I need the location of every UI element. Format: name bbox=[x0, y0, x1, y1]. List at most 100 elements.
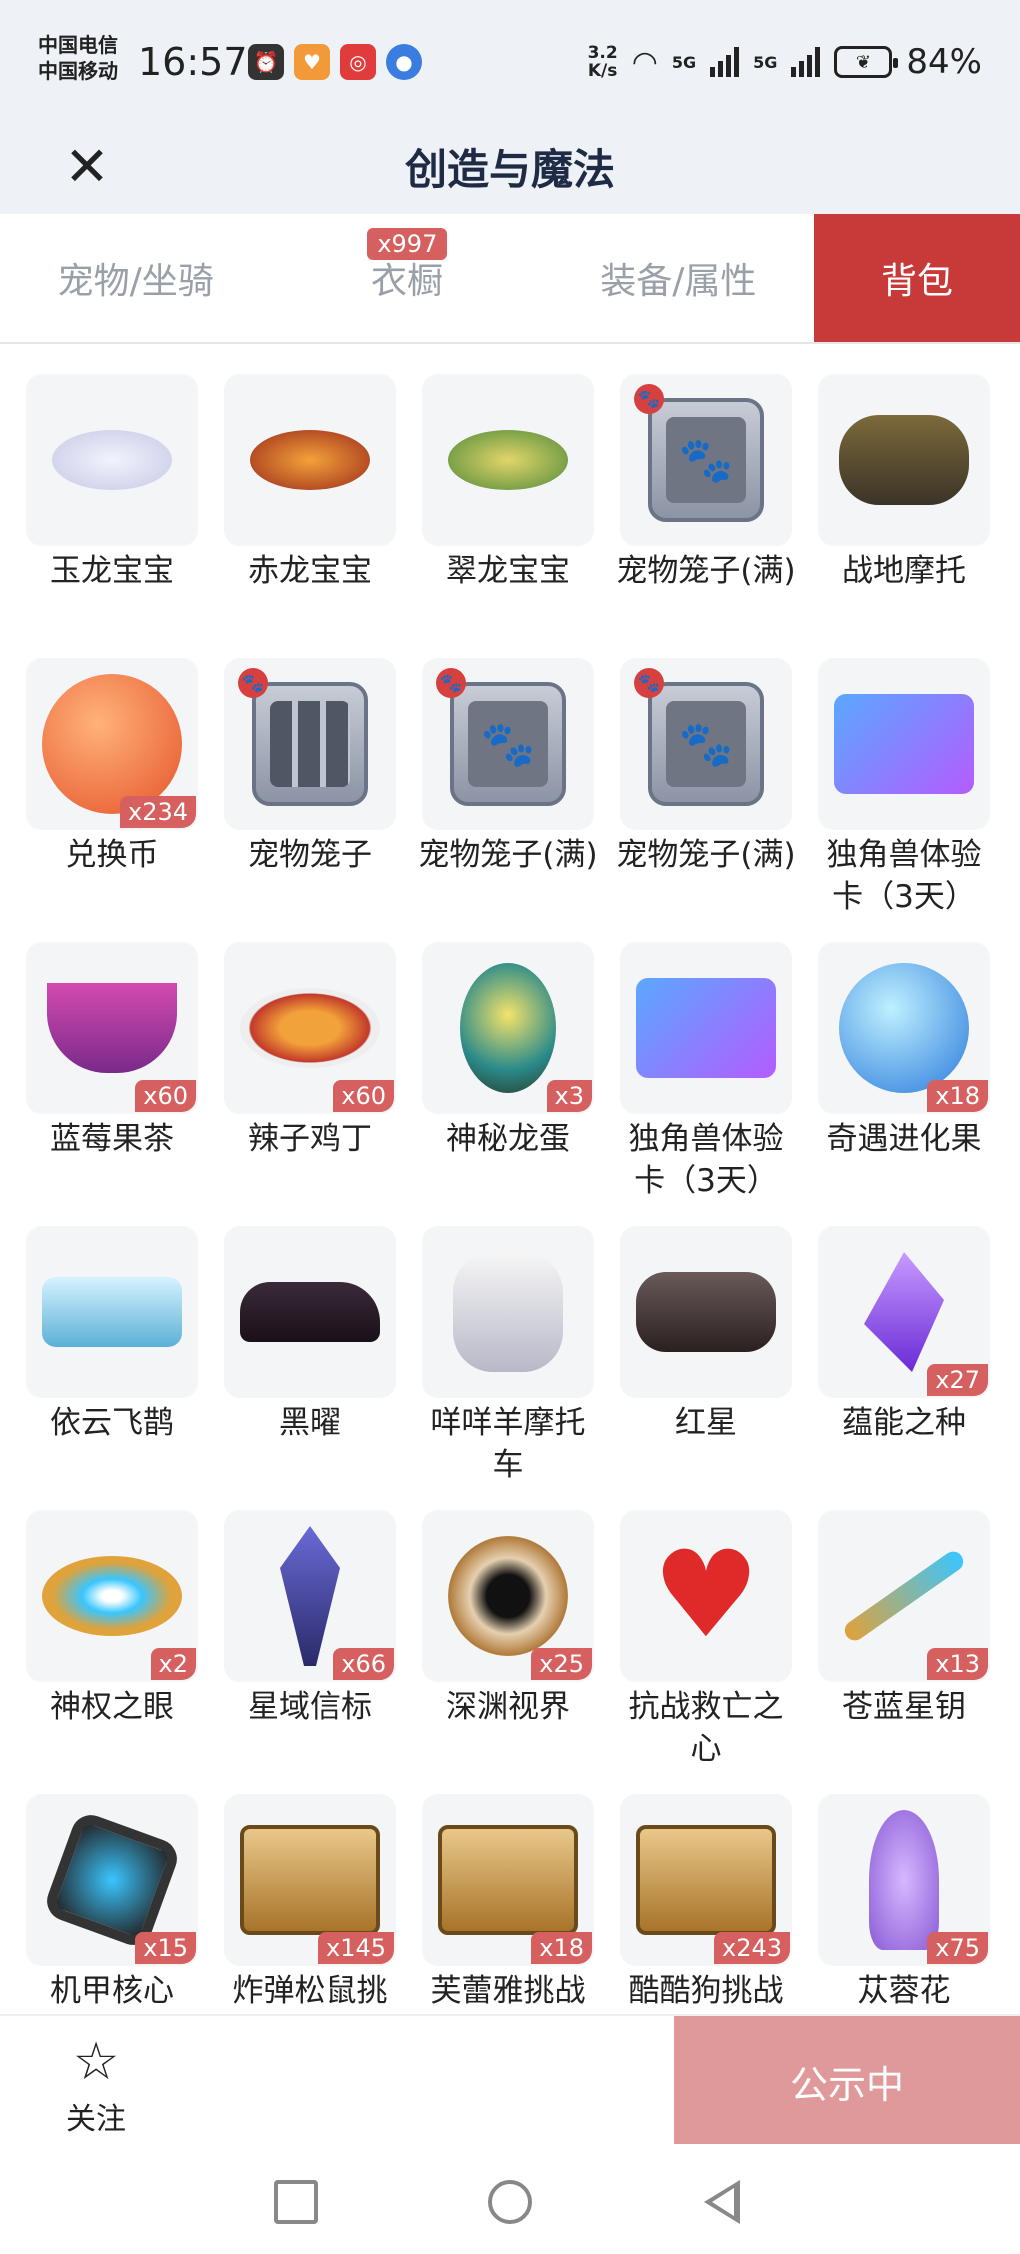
item-count-badge: x243 bbox=[713, 1932, 790, 1964]
inventory-item[interactable]: x25 深渊视界 bbox=[422, 1510, 594, 1794]
inventory-item[interactable]: 🐾 🐾 宠物笼子(满) bbox=[418, 658, 598, 942]
network-2: 5G bbox=[753, 52, 778, 72]
item-thumbnail: x18 bbox=[422, 1794, 594, 1966]
status-right: 3.2 K/s ◠ 5G 5G ❦ 84% bbox=[588, 42, 982, 82]
item-count-badge: x2 bbox=[150, 1648, 196, 1680]
star-icon: ☆ bbox=[72, 2032, 120, 2092]
follow-button[interactable]: ☆ 关注 bbox=[56, 2034, 136, 2138]
inventory-item[interactable]: x60 辣子鸡丁 bbox=[224, 942, 396, 1226]
inventory-item[interactable]: x234 兑换币 bbox=[26, 658, 198, 942]
exchange-coin-icon bbox=[42, 674, 182, 814]
item-thumbnail: x18 bbox=[818, 942, 990, 1114]
item-name: 苍蓝星钥 bbox=[842, 1689, 966, 1725]
item-name: 战地摩托 bbox=[842, 553, 966, 589]
item-name: 兑换币 bbox=[65, 837, 159, 873]
inventory-item[interactable]: 🐾 🐾 宠物笼子(满) bbox=[616, 658, 796, 942]
inventory-item[interactable]: x60 蓝莓果茶 bbox=[26, 942, 198, 1226]
lilac-flower-icon bbox=[869, 1810, 939, 1950]
wardrobe-count-badge: x997 bbox=[367, 228, 448, 260]
paw-badge-icon: 🐾 bbox=[436, 668, 466, 698]
item-thumbnail: 🐾 🐾 bbox=[620, 658, 792, 830]
publish-status-button[interactable]: 公示中 bbox=[674, 2016, 1020, 2146]
inventory-item[interactable]: 翠龙宝宝 bbox=[422, 374, 594, 658]
inventory-item[interactable]: 红星 bbox=[620, 1226, 792, 1510]
red-heart-icon: ♥ bbox=[652, 1526, 760, 1665]
item-name: 神权之眼 bbox=[50, 1689, 174, 1725]
item-name: 奇遇进化果 bbox=[826, 1121, 982, 1157]
inventory-item[interactable]: x18 奇遇进化果 bbox=[818, 942, 990, 1226]
divine-eye-icon bbox=[42, 1556, 182, 1636]
item-count-badge: x3 bbox=[546, 1080, 592, 1112]
item-thumbnail bbox=[422, 1226, 594, 1398]
inventory-item[interactable]: 🐾 宠物笼子 bbox=[224, 658, 396, 942]
inventory-item[interactable]: x3 神秘龙蛋 bbox=[422, 942, 594, 1226]
inventory-item[interactable]: 咩咩羊摩托车 bbox=[422, 1226, 594, 1510]
item-thumbnail: x243 bbox=[620, 1794, 792, 1966]
item-thumbnail: x15 bbox=[26, 1794, 198, 1966]
inventory-item[interactable]: ♥ 抗战救亡之心 bbox=[620, 1510, 792, 1794]
inventory-item[interactable]: 战地摩托 bbox=[818, 374, 990, 658]
close-button[interactable]: ✕ bbox=[52, 118, 122, 214]
inventory-item[interactable]: 依云飞鹊 bbox=[26, 1226, 198, 1510]
tab-backpack[interactable]: 背包 bbox=[813, 214, 1020, 342]
item-thumbnail bbox=[224, 374, 396, 546]
crystal-seed-icon bbox=[864, 1252, 944, 1372]
back-icon[interactable] bbox=[704, 2180, 740, 2224]
inventory-item[interactable]: x66 星域信标 bbox=[224, 1510, 396, 1794]
item-name: 宠物笼子(满) bbox=[616, 553, 796, 589]
tab-label: 背包 bbox=[880, 261, 953, 302]
item-thumbnail: x13 bbox=[818, 1510, 990, 1682]
item-thumbnail bbox=[818, 658, 990, 830]
inventory-item[interactable]: 玉龙宝宝 bbox=[26, 374, 198, 658]
item-name: 蕴能之种 bbox=[842, 1405, 966, 1441]
item-name: 赤龙宝宝 bbox=[248, 553, 372, 589]
item-thumbnail: x60 bbox=[224, 942, 396, 1114]
inventory-item[interactable]: x27 蕴能之种 bbox=[818, 1226, 990, 1510]
item-name: 抗战救亡之心 bbox=[628, 1689, 784, 1767]
inventory-item[interactable]: 独角兽体验卡（3天） bbox=[818, 658, 990, 942]
item-count-badge: x27 bbox=[927, 1364, 988, 1396]
clock: 16:57 bbox=[138, 40, 248, 84]
recent-apps-icon[interactable] bbox=[274, 2180, 318, 2224]
inventory-item[interactable]: x2 神权之眼 bbox=[26, 1510, 198, 1794]
item-count-badge: x25 bbox=[531, 1648, 592, 1680]
item-thumbnail bbox=[26, 1226, 198, 1398]
item-thumbnail: x2 bbox=[26, 1510, 198, 1682]
item-thumbnail bbox=[818, 374, 990, 546]
black-car-icon bbox=[240, 1282, 380, 1342]
alarm-icon: ⏰ bbox=[248, 44, 284, 80]
inventory-item[interactable]: 黑曜 bbox=[224, 1226, 396, 1510]
inventory-item[interactable]: 独角兽体验卡（3天） bbox=[620, 942, 792, 1226]
pet-cage-icon bbox=[252, 682, 368, 806]
tab-wardrobe[interactable]: x997 衣橱 bbox=[271, 214, 542, 342]
dragon-egg-icon bbox=[460, 963, 556, 1093]
pet-cage-icon: 🐾 bbox=[450, 682, 566, 806]
inventory-item[interactable]: 🐾 🐾 宠物笼子(满) bbox=[616, 374, 796, 658]
tab-label: 装备/属性 bbox=[600, 261, 757, 302]
wanted-scroll-icon bbox=[636, 1825, 776, 1935]
paw-badge-icon: 🐾 bbox=[634, 668, 664, 698]
home-icon[interactable] bbox=[488, 2180, 532, 2224]
tab-pets-mounts[interactable]: 宠物/坐骑 bbox=[0, 214, 271, 342]
tab-equipment[interactable]: 装备/属性 bbox=[543, 214, 814, 342]
item-count-badge: x66 bbox=[333, 1648, 394, 1680]
item-thumbnail: x60 bbox=[26, 942, 198, 1114]
net-speed-value: 3.2 bbox=[587, 43, 618, 63]
signal-icon-2 bbox=[791, 47, 821, 77]
inventory-item[interactable]: x13 苍蓝星钥 bbox=[818, 1510, 990, 1794]
green-dragon-icon bbox=[448, 430, 568, 490]
mech-core-icon bbox=[41, 1809, 183, 1951]
item-thumbnail: x3 bbox=[422, 942, 594, 1114]
carrier-labels: 中国电信 中国移动 bbox=[38, 32, 118, 84]
page-title: 创造与魔法 bbox=[404, 144, 615, 194]
bottom-bar: ☆ 关注 公示中 bbox=[0, 2014, 1020, 2146]
leaf-icon: ❦ bbox=[855, 51, 871, 73]
item-thumbnail: x66 bbox=[224, 1510, 396, 1682]
item-name: 玉龙宝宝 bbox=[50, 553, 174, 589]
follow-label: 关注 bbox=[66, 2102, 126, 2137]
browser-icon: ● bbox=[386, 44, 422, 80]
unicorn-card-icon bbox=[834, 694, 974, 794]
item-thumbnail: x25 bbox=[422, 1510, 594, 1682]
unicorn-card-icon bbox=[636, 978, 776, 1078]
inventory-item[interactable]: 赤龙宝宝 bbox=[224, 374, 396, 658]
